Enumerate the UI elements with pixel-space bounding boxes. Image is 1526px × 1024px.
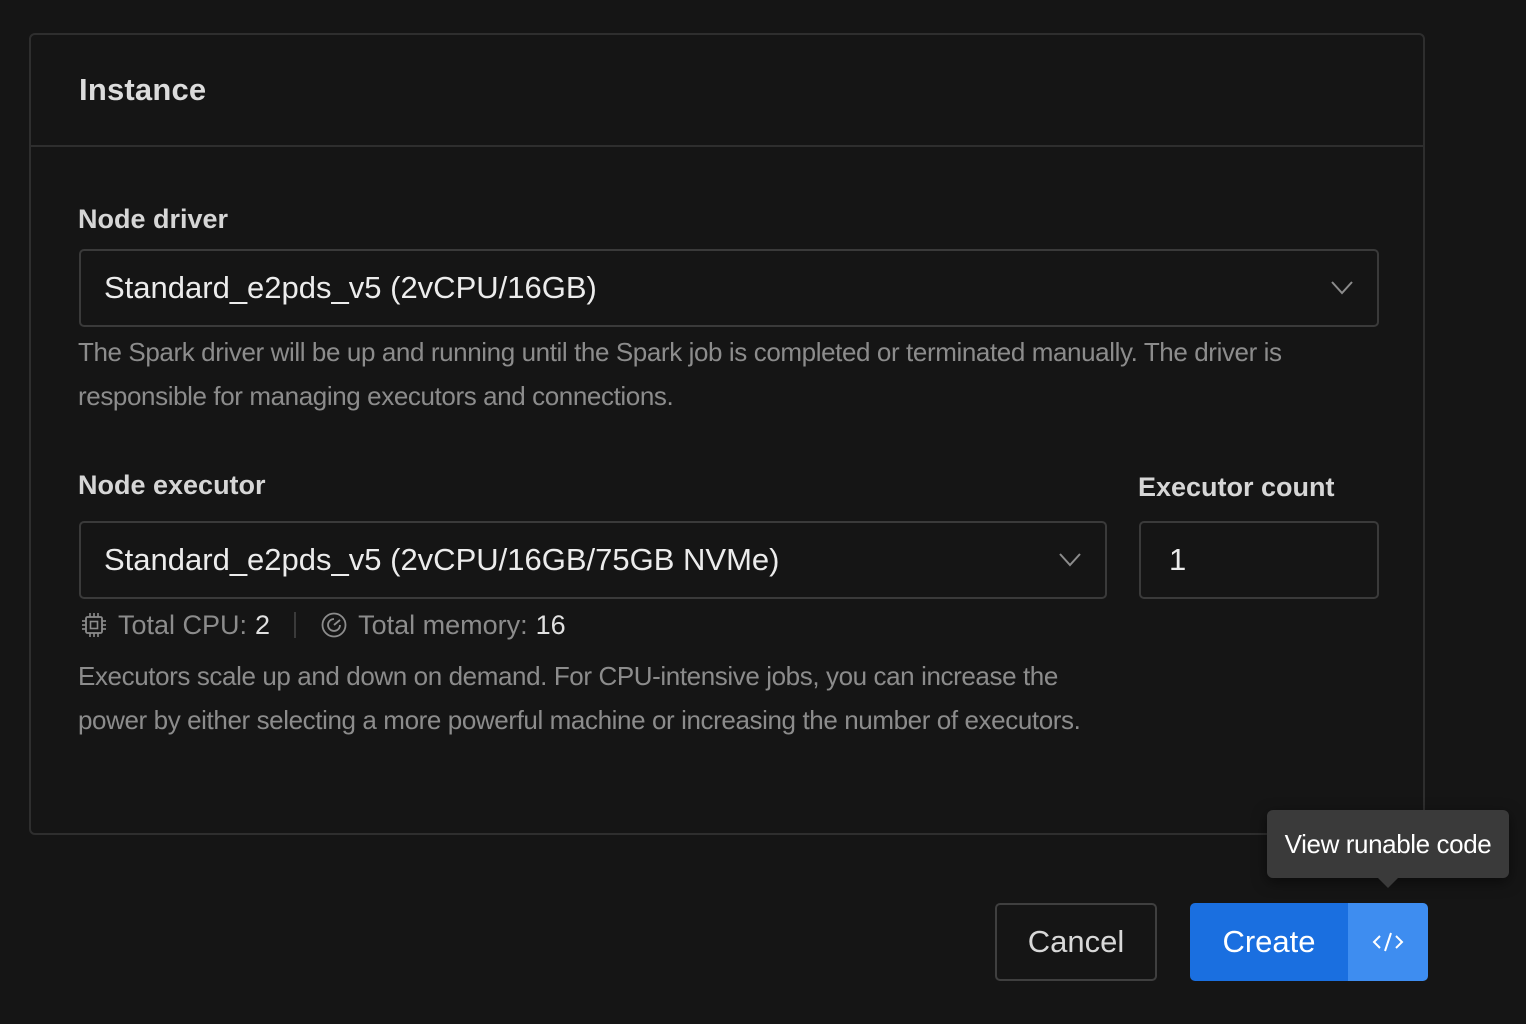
node-executor-label: Node executor	[78, 470, 266, 500]
memory-gauge-icon	[321, 612, 347, 638]
chevron-down-icon	[1057, 547, 1083, 573]
tooltip-arrow	[1376, 876, 1400, 888]
total-memory-value: 16	[535, 609, 566, 640]
card-header: Instance	[31, 35, 1423, 147]
create-button[interactable]: Create	[1190, 903, 1348, 981]
create-button-group: Create	[1190, 903, 1428, 981]
view-code-tooltip: View runable code	[1267, 810, 1509, 878]
cancel-button[interactable]: Cancel	[995, 903, 1157, 981]
node-driver-value: Standard_e2pds_v5 (2vCPU/16GB)	[104, 270, 597, 305]
total-memory-stat: Total memory: 16	[320, 610, 566, 641]
instance-card: Instance Node driver Standard_e2pds_v5 (…	[29, 33, 1425, 835]
node-driver-select[interactable]: Standard_e2pds_v5 (2vCPU/16GB)	[79, 249, 1379, 327]
node-executor-help: Executors scale up and down on demand. F…	[78, 661, 1081, 735]
page: Instance Node driver Standard_e2pds_v5 (…	[0, 0, 1526, 1024]
card-title: Instance	[79, 72, 207, 107]
view-code-button[interactable]	[1348, 903, 1428, 981]
cpu-chip-icon	[82, 613, 106, 637]
executor-stats: Total CPU: 2 Total memory: 16	[80, 607, 566, 643]
chevron-down-icon	[1329, 275, 1355, 301]
total-memory-label: Total memory:	[358, 609, 528, 640]
node-executor-select[interactable]: Standard_e2pds_v5 (2vCPU/16GB/75GB NVMe)	[79, 521, 1107, 599]
node-driver-help: The Spark driver will be up and running …	[78, 337, 1282, 411]
code-icon	[1372, 932, 1404, 952]
executor-count-label: Executor count	[1138, 472, 1335, 502]
node-driver-label: Node driver	[78, 204, 229, 234]
total-cpu-label: Total CPU:	[118, 609, 248, 640]
total-cpu-value: 2	[255, 609, 271, 640]
node-executor-value: Standard_e2pds_v5 (2vCPU/16GB/75GB NVMe)	[104, 542, 780, 577]
total-cpu-stat: Total CPU: 2	[80, 610, 270, 641]
executor-count-input[interactable]	[1139, 521, 1379, 599]
stats-divider	[294, 612, 297, 638]
